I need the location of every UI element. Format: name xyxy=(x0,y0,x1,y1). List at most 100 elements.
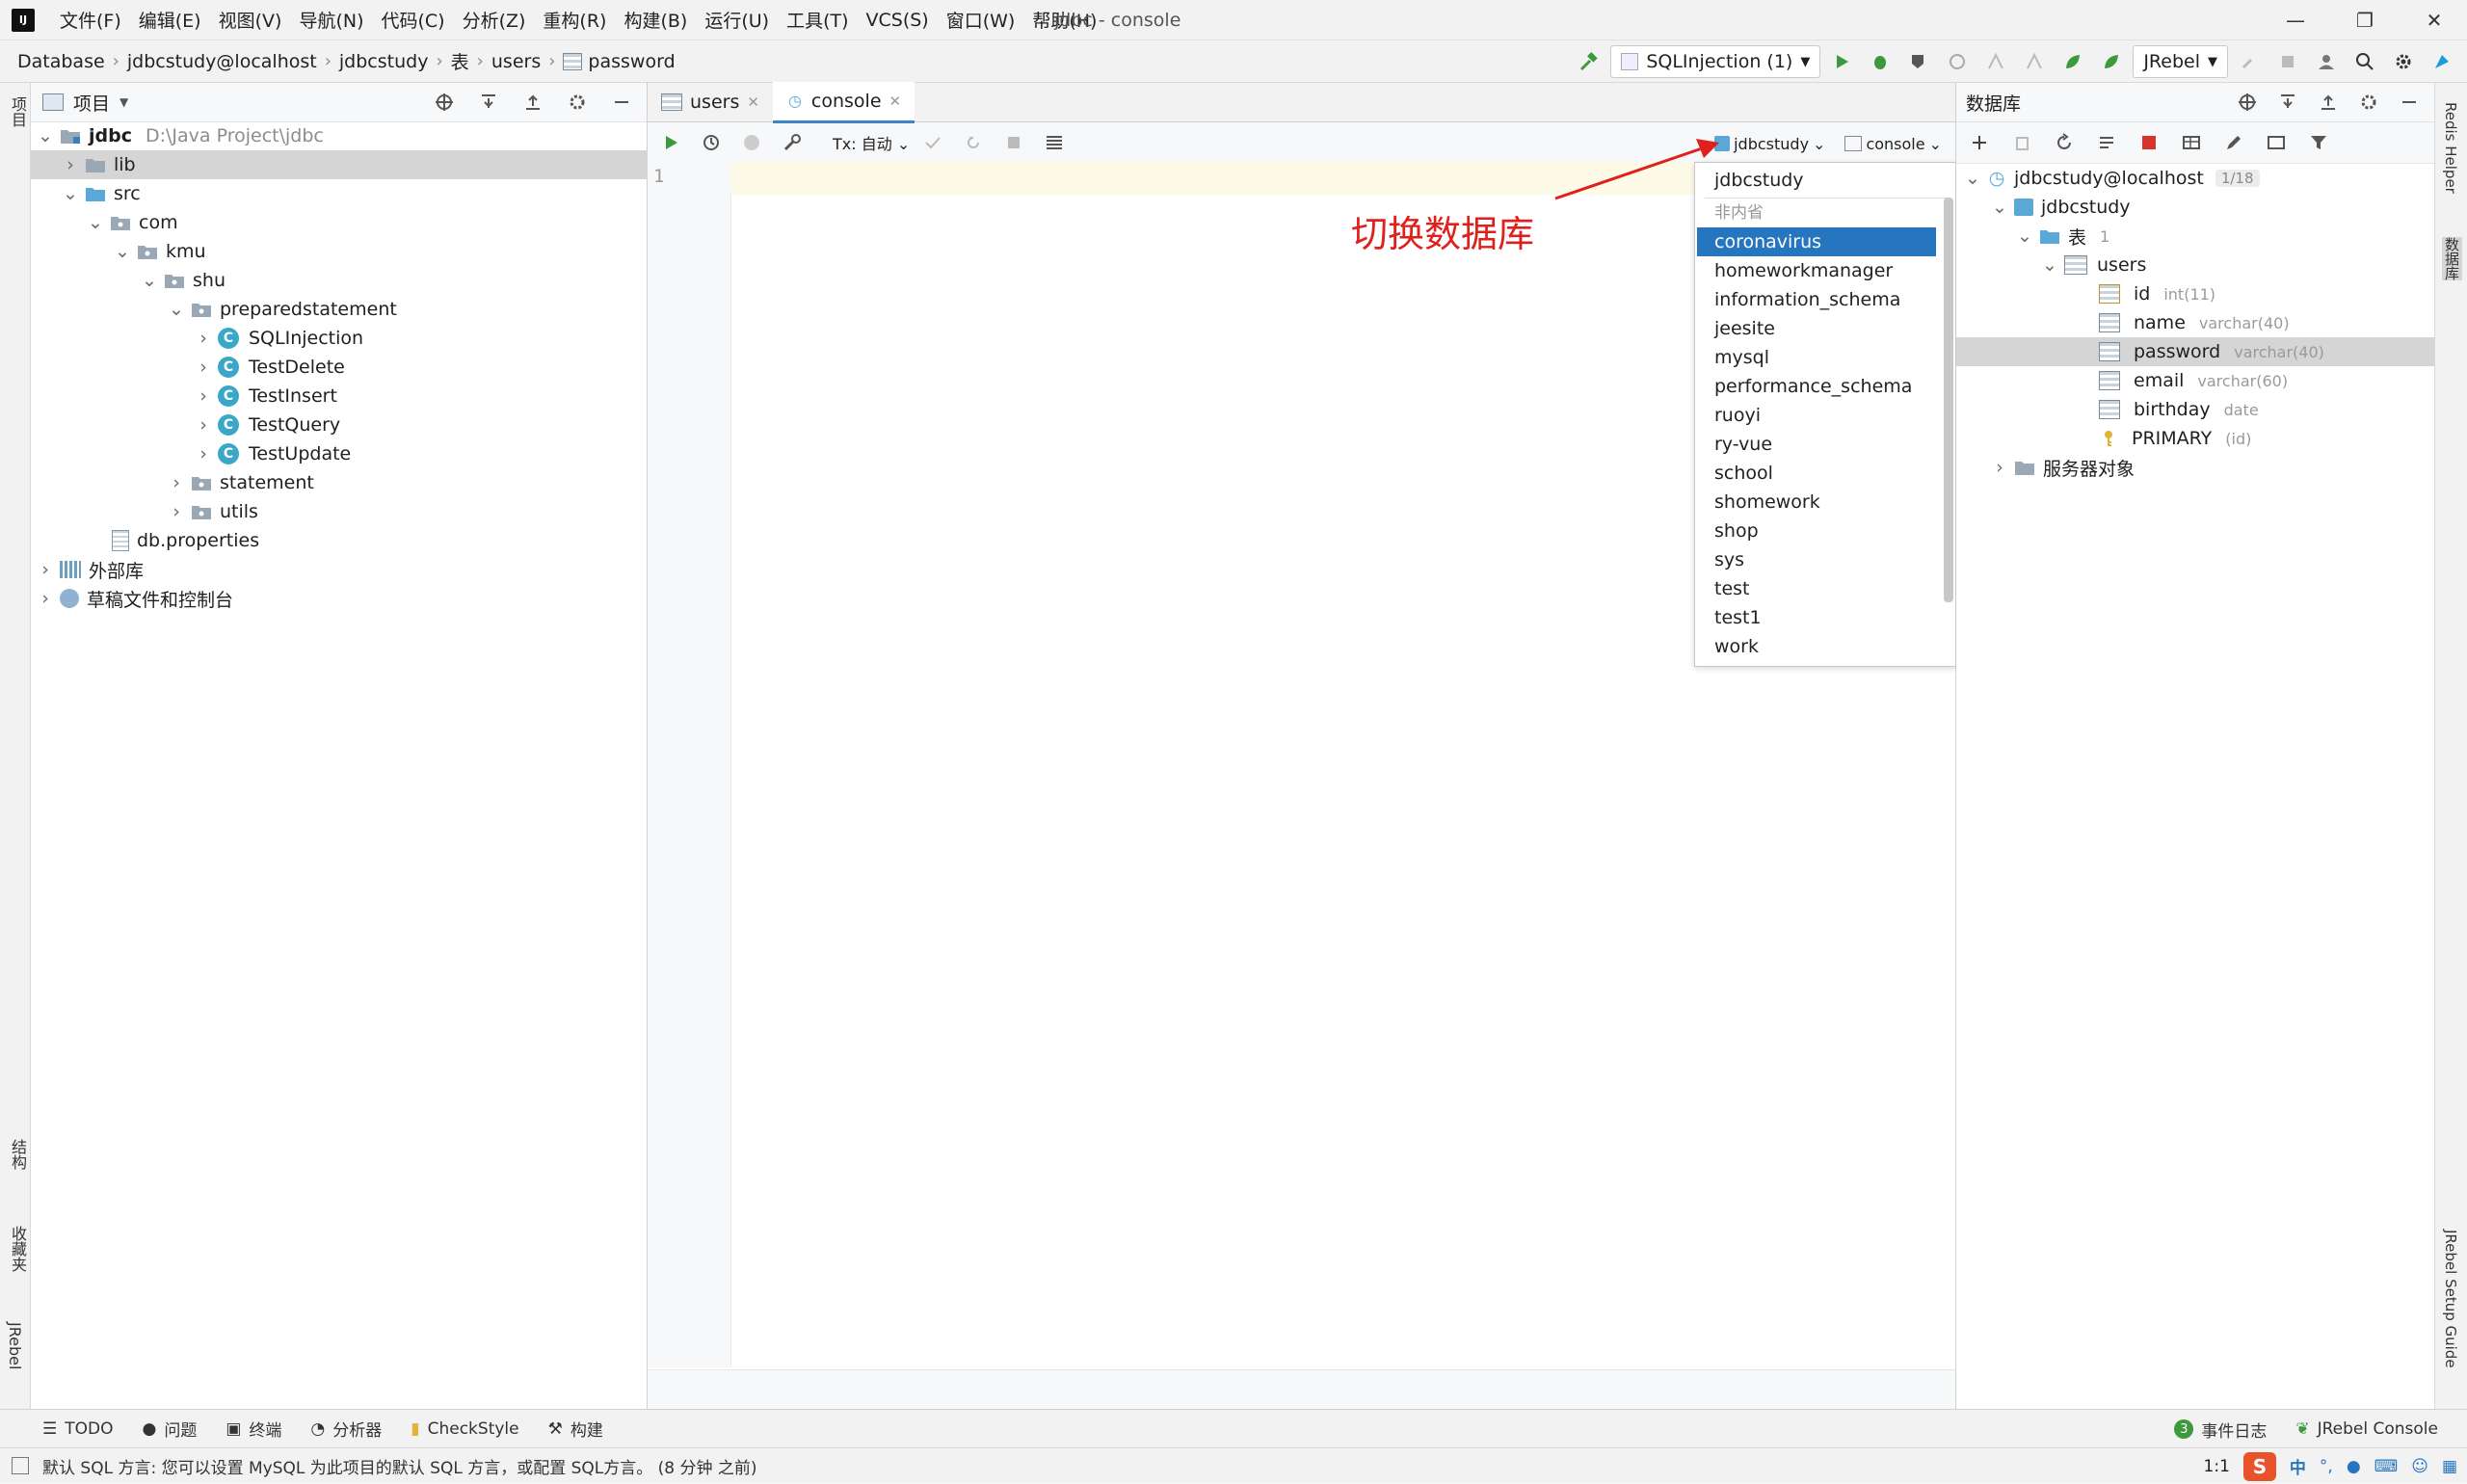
user-center-icon[interactable]: ☺ xyxy=(2411,1457,2428,1476)
dropdown-item[interactable]: jeesite xyxy=(1695,314,1955,343)
chevron-down-icon[interactable]: ▼ xyxy=(119,95,128,109)
breadcrumb-column[interactable]: password xyxy=(588,51,675,72)
chevron-right-icon[interactable]: › xyxy=(195,443,212,464)
dropdown-item[interactable]: ry-vue xyxy=(1695,430,1955,459)
debug-icon[interactable] xyxy=(1863,44,1897,79)
chevron-down-icon[interactable]: ⌄ xyxy=(62,183,79,204)
chevron-down-icon[interactable]: ⌄ xyxy=(114,241,131,262)
user-icon[interactable] xyxy=(2309,44,2344,79)
chevron-right-icon[interactable]: › xyxy=(1991,457,2008,478)
close-tab-icon[interactable]: ✕ xyxy=(889,93,902,110)
db-column-birthday[interactable]: birthday date xyxy=(1956,395,2467,424)
close-tab-icon[interactable]: ✕ xyxy=(747,93,759,111)
edit-icon[interactable] xyxy=(2216,125,2251,160)
duplicate-icon[interactable] xyxy=(2004,125,2039,160)
dropdown-item-selected[interactable]: coronavirus xyxy=(1697,227,1936,256)
collapse-all-icon[interactable] xyxy=(2311,85,2346,119)
menu-analyze[interactable]: 分析(Z) xyxy=(463,7,526,33)
filter-icon[interactable] xyxy=(2301,125,2336,160)
jrebel-select[interactable]: JRebel ▼ xyxy=(2133,45,2228,78)
dropdown-item[interactable]: homeworkmanager xyxy=(1695,256,1955,285)
db-column-email[interactable]: email varchar(60) xyxy=(1956,366,2467,395)
collapse-all-icon[interactable] xyxy=(516,85,550,119)
chevron-down-icon[interactable]: ⌄ xyxy=(87,212,104,233)
gear-icon[interactable] xyxy=(560,85,595,119)
tree-item-com[interactable]: ⌄ com xyxy=(31,208,702,237)
jrebel-debug-icon[interactable] xyxy=(2017,44,2052,79)
jrebel-leaf2-icon[interactable] xyxy=(2094,44,2129,79)
stripe-project-tab[interactable]: 项目 xyxy=(6,96,29,127)
add-icon[interactable] xyxy=(1962,125,1997,160)
db-column-password[interactable]: password varchar(40) xyxy=(1956,337,2467,366)
breadcrumb-table[interactable]: users xyxy=(491,51,541,72)
db-tree-schema[interactable]: ⌄ jdbcstudy xyxy=(1956,193,2467,222)
chevron-right-icon[interactable]: › xyxy=(168,472,185,493)
hide-panel-icon[interactable] xyxy=(2392,85,2427,119)
chevron-down-icon[interactable]: ⌄ xyxy=(37,125,54,146)
menu-view[interactable]: 视图(V) xyxy=(219,7,282,33)
status-message[interactable]: 默认 SQL 方言: 您可以设置 MySQL 为此项目的默认 SQL 方言，或配… xyxy=(42,1454,757,1478)
breadcrumb-database[interactable]: Database xyxy=(17,51,105,72)
ime-language[interactable]: 中 xyxy=(2290,1454,2306,1478)
punctuation-icon[interactable]: °, xyxy=(2320,1457,2333,1476)
chevron-right-icon[interactable]: › xyxy=(37,559,54,580)
plugin-icon[interactable] xyxy=(2425,44,2459,79)
stripe-structure-tab[interactable]: 结构 xyxy=(6,1139,29,1170)
dropdown-item[interactable]: ruoyi xyxy=(1695,401,1955,430)
search-icon[interactable] xyxy=(2348,44,2382,79)
breadcrumb-schema[interactable]: jdbcstudy xyxy=(339,51,429,72)
stripe-redis-helper-tab[interactable]: Redis Helper xyxy=(2442,102,2459,194)
chevron-right-icon[interactable]: › xyxy=(168,501,185,522)
ime-logo-icon[interactable]: S xyxy=(2242,1451,2276,1481)
chevron-right-icon[interactable]: › xyxy=(37,588,54,609)
build-hammer-icon[interactable] xyxy=(1572,44,1606,79)
stop-icon[interactable] xyxy=(996,125,1031,160)
db-column-id[interactable]: id int(11) xyxy=(1956,279,2467,308)
tool-tab-checkstyle[interactable]: ▮ CheckStyle xyxy=(411,1419,518,1439)
breadcrumb-connection[interactable]: jdbcstudy@localhost xyxy=(127,51,317,72)
tree-root-jdbc[interactable]: ⌄ jdbc D:\Java Project\jdbc xyxy=(31,121,651,150)
chevron-right-icon[interactable]: › xyxy=(195,414,212,436)
stripe-database-tab[interactable]: 数据库 xyxy=(2442,237,2462,280)
close-button[interactable]: ✕ xyxy=(2405,0,2463,40)
gear-icon[interactable] xyxy=(2351,85,2386,119)
chevron-down-icon[interactable]: ⌄ xyxy=(2041,254,2058,276)
wrench-icon[interactable] xyxy=(775,125,809,160)
event-log-tab[interactable]: 3 事件日志 xyxy=(2174,1418,2267,1442)
rollback-icon[interactable] xyxy=(956,125,991,160)
chevron-right-icon[interactable]: › xyxy=(195,385,212,407)
jrebel-leaf-icon[interactable] xyxy=(2056,44,2090,79)
tree-item-scratches[interactable]: › 草稿文件和控制台 xyxy=(31,584,651,613)
pause-icon[interactable] xyxy=(734,125,769,160)
dropdown-item[interactable]: mysql xyxy=(1695,343,1955,372)
restore-button[interactable]: ❐ xyxy=(2336,0,2394,40)
tree-item-external-libraries[interactable]: › 外部库 xyxy=(31,555,651,584)
db-column-name[interactable]: name varchar(40) xyxy=(1956,308,2467,337)
breadcrumb-tables[interactable]: 表 xyxy=(451,48,469,74)
dropdown-item[interactable]: shop xyxy=(1695,517,1955,545)
menu-window[interactable]: 窗口(W) xyxy=(946,7,1016,33)
menu-tools[interactable]: 工具(T) xyxy=(786,7,848,33)
session-selector[interactable]: console ⌄ xyxy=(1844,135,1942,153)
menu-refactor[interactable]: 重构(R) xyxy=(543,7,606,33)
keyboard-icon[interactable]: ⌨ xyxy=(2374,1457,2399,1476)
chevron-right-icon[interactable]: › xyxy=(62,154,79,175)
dropdown-item[interactable]: school xyxy=(1695,459,1955,488)
history-icon[interactable] xyxy=(694,125,729,160)
dropdown-item[interactable]: information_schema xyxy=(1695,285,1955,314)
stripe-favorites-tab[interactable]: 收藏夹 xyxy=(6,1226,29,1272)
editor-horizontal-scrollbar[interactable] xyxy=(648,1369,1955,1409)
chevron-down-icon[interactable]: ⌄ xyxy=(2016,225,2033,247)
dropdown-item[interactable]: work xyxy=(1695,632,1955,661)
menu-vcs[interactable]: VCS(S) xyxy=(866,10,929,31)
chevron-down-icon[interactable]: ⌄ xyxy=(168,299,185,320)
tree-item-dbproperties[interactable]: db.properties xyxy=(31,526,727,555)
dropdown-item[interactable]: sys xyxy=(1695,545,1955,574)
tab-console[interactable]: ◷ console ✕ xyxy=(772,81,915,123)
sql-console-icon[interactable] xyxy=(2259,125,2294,160)
dropdown-item[interactable]: test1 xyxy=(1695,603,1955,632)
run-icon[interactable] xyxy=(1824,44,1859,79)
transaction-mode-select[interactable]: Tx: 自动 ⌄ xyxy=(833,131,910,154)
tree-item-lib[interactable]: › lib xyxy=(31,150,676,179)
chevron-down-icon[interactable]: ⌄ xyxy=(141,270,158,291)
